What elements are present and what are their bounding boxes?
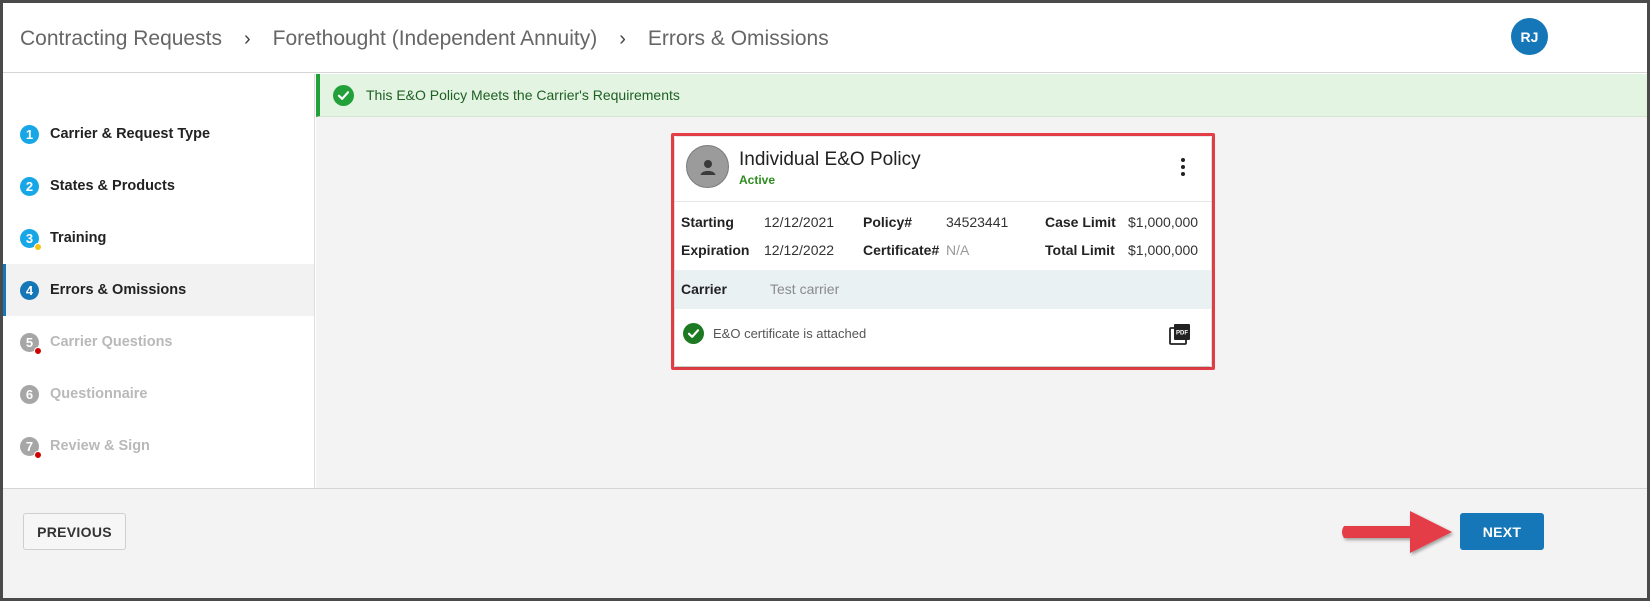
case-limit-value: $1,000,000 [1128,214,1199,230]
previous-button[interactable]: PREVIOUS [23,513,126,550]
footer: PREVIOUS NEXT [3,488,1647,598]
step-label: Training [50,230,107,246]
pdf-icon[interactable]: PDF [1168,322,1192,346]
chevron-right-icon: › [619,27,626,50]
step-label: States & Products [50,178,175,194]
certificate-value: N/A [946,242,970,258]
step-errors-omissions[interactable]: 4 Errors & Omissions [3,264,314,316]
step-carrier-request-type[interactable]: 1 Carrier & Request Type [3,108,314,160]
step-label: Review & Sign [50,438,150,454]
step-number: 3 [20,228,42,251]
divider [675,201,1211,202]
banner-text: This E&O Policy Meets the Carrier's Requ… [366,87,680,103]
total-limit-value: $1,000,000 [1128,242,1199,258]
breadcrumb-errors-omissions: Errors & Omissions [647,27,829,50]
status-badge: Active [739,173,776,187]
breadcrumb-contracting-requests[interactable]: Contracting Requests [20,27,222,51]
step-carrier-questions: 5 Carrier Questions [3,316,314,368]
step-questionnaire: 6 Questionnaire [3,368,314,420]
step-states-products[interactable]: 2 States & Products [3,160,314,212]
step-label: Questionnaire [50,386,148,402]
certificate-status: E&O certificate is attached [713,326,867,341]
step-number: 6 [20,384,39,404]
step-label: Carrier Questions [50,334,173,350]
total-limit-label: Total Limit [1045,242,1115,258]
expiration-value: 12/12/2022 [764,242,835,258]
app-frame: Contracting Requests › Forethought (Inde… [0,0,1650,601]
person-icon [686,145,729,188]
starting-value: 12/12/2021 [764,214,835,230]
step-training[interactable]: 3 Training [3,212,314,264]
step-sidebar: 1 Carrier & Request Type 2 States & Prod… [3,74,315,488]
svg-text:PDF: PDF [1176,331,1188,337]
step-number: 5 [20,332,42,355]
policy-title: Individual E&O Policy [739,149,921,170]
more-options-icon[interactable] [1175,156,1191,178]
chevron-right-icon: › [243,27,251,50]
step-number: 1 [20,124,39,144]
carrier-value: Test carrier [770,281,840,297]
warning-badge-icon [34,242,42,251]
check-circle-icon [333,84,354,106]
expiration-label: Expiration [681,242,750,258]
certificate-label: Certificate# [863,242,940,258]
step-number: 4 [20,280,39,300]
success-banner: This E&O Policy Meets the Carrier's Requ… [316,74,1647,117]
error-badge-icon [34,346,42,355]
starting-label: Starting [681,214,734,230]
step-label: Carrier & Request Type [50,126,211,142]
carrier-row: Carrier Test carrier [675,270,1211,309]
step-number: 7 [20,436,42,459]
carrier-label: Carrier [681,281,727,297]
breadcrumb-forethought[interactable]: Forethought (Independent Annuity) [273,27,598,51]
step-review-sign: 7 Review & Sign [3,420,314,472]
step-label: Errors & Omissions [50,282,187,298]
header: Contracting Requests › Forethought (Inde… [3,3,1647,73]
policy-card: Individual E&O Policy Active Starting 12… [675,137,1211,366]
step-number: 2 [20,176,39,196]
arrow-right-icon [1342,511,1452,553]
case-limit-label: Case Limit [1045,214,1116,230]
error-badge-icon [34,450,42,459]
policy-number-label: Policy# [863,214,913,230]
next-button[interactable]: NEXT [1460,513,1544,550]
main-content: This E&O Policy Meets the Carrier's Requ… [316,74,1647,488]
user-avatar[interactable]: RJ [1511,18,1548,55]
policy-number-value: 34523441 [946,214,1009,230]
breadcrumb: Contracting Requests › Forethought (Inde… [20,27,829,51]
check-circle-icon [683,323,704,344]
